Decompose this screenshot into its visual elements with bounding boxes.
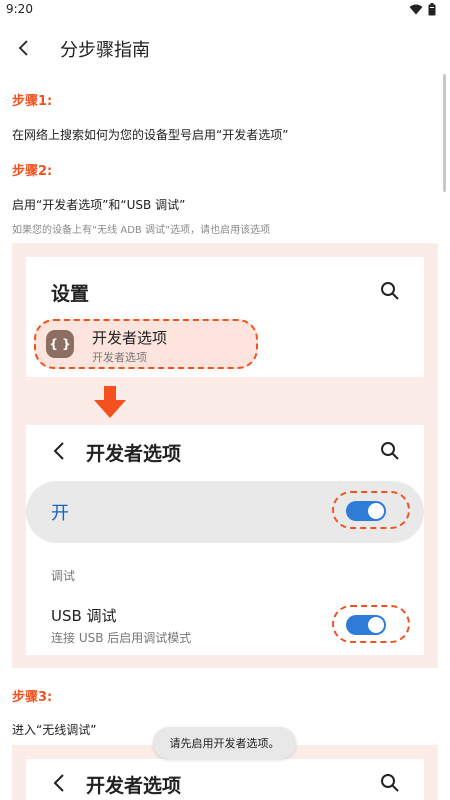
toggle-highlight (332, 605, 410, 643)
search-icon (381, 282, 399, 300)
usb-debug-toggle (346, 615, 386, 635)
back-arrow-icon (18, 40, 28, 56)
search-icon (381, 774, 399, 792)
step-1-text: 在网络上搜索如何为您的设备型号启用“开发者选项” (12, 128, 289, 142)
search-icon (381, 442, 399, 460)
usb-debug-label: USB 调试 (51, 607, 117, 625)
settings-card: 设置 { } 开发者选项 开发者选项 (26, 257, 424, 377)
step-3-title: 步骤3: (12, 690, 53, 705)
developer-options-card: 开发者选项 开 调试 USB 调试 连接 USB 后启用调试模式 (26, 425, 424, 655)
back-button[interactable] (6, 30, 42, 66)
master-toggle (346, 501, 386, 521)
toggle-highlight (332, 491, 410, 529)
developer-options-card: 开发者选项 (26, 759, 424, 800)
step-1-title: 步骤1: (12, 94, 53, 109)
step-2-note: 如果您的设备上有“无线 ADB 调试”选项，请也启用该选项 (12, 225, 271, 236)
status-bar: 9:20 (0, 0, 450, 22)
master-switch-row: 开 (26, 481, 424, 543)
status-icons (409, 3, 436, 16)
down-arrow-icon (94, 386, 126, 418)
scrollbar[interactable] (443, 74, 446, 192)
usb-debug-row: USB 调试 连接 USB 后启用调试模式 (26, 589, 424, 655)
debug-section-label: 调试 (51, 569, 76, 583)
step-2-title: 步骤2: (12, 164, 53, 179)
back-arrow-icon (53, 442, 64, 460)
developer-options-sub: 开发者选项 (92, 351, 147, 364)
developer-options-title: 开发者选项 (86, 775, 182, 797)
status-time: 9:20 (6, 2, 33, 16)
app-bar: 分步骤指南 (0, 22, 450, 74)
developer-options-label: 开发者选项 (92, 329, 168, 347)
step-3-text: 进入“无线调试” (12, 723, 97, 737)
master-switch-label: 开 (51, 503, 69, 524)
developer-options-title: 开发者选项 (86, 443, 182, 465)
usb-debug-sub: 连接 USB 后启用调试模式 (51, 631, 192, 645)
toggle-knob (368, 503, 384, 519)
back-arrow-icon (53, 774, 64, 792)
toast-message: 请先启用开发者选项。 (153, 727, 296, 759)
developer-options-icon: { } (46, 330, 74, 358)
wifi-icon (409, 4, 423, 15)
toggle-knob (368, 617, 384, 633)
developer-options-item: { } 开发者选项 开发者选项 (34, 319, 258, 369)
step-2-illustration: 设置 { } 开发者选项 开发者选项 开发者选项 开 调试 USB 调试 连接 … (12, 243, 438, 668)
step-2-text: 启用“开发者选项”和“USB 调试” (12, 198, 186, 212)
settings-title: 设置 (51, 283, 90, 305)
page-title: 分步骤指南 (60, 40, 150, 61)
battery-icon (428, 3, 436, 16)
